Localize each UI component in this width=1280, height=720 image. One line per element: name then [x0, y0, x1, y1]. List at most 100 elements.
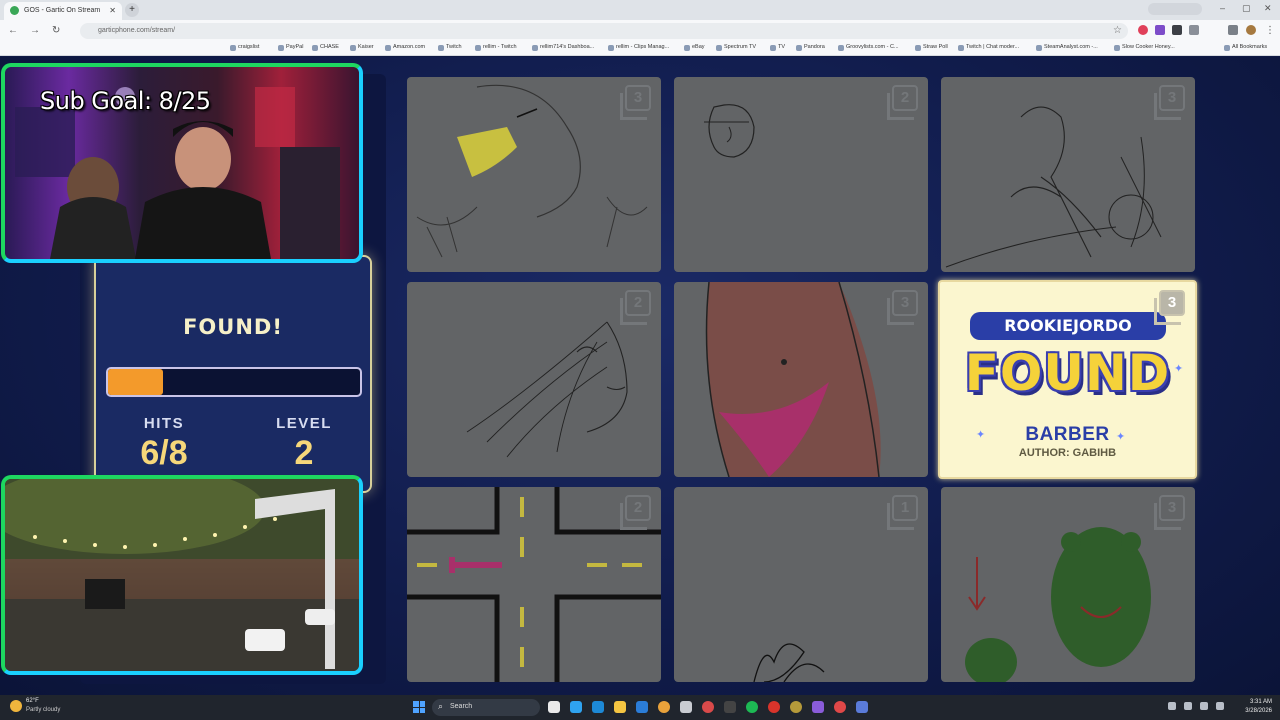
bookmark-item[interactable]: Twitch [438, 44, 462, 51]
bookmark-item[interactable]: Pandora [796, 44, 825, 51]
app-icon[interactable] [724, 701, 736, 713]
file-explorer-icon[interactable] [614, 701, 626, 713]
minimize-icon[interactable]: – [1220, 3, 1225, 13]
bookmark-star-icon[interactable]: ☆ [1113, 25, 1122, 36]
bookmark-item[interactable]: SteamAnalyst.com -... [1036, 44, 1098, 51]
close-tab-icon[interactable]: ✕ [109, 6, 116, 15]
hits-stat: HITS 6/8 [104, 415, 224, 473]
bookmark-item[interactable]: rellim714's Dashboa... [532, 44, 594, 51]
found-banner: FOUND [964, 344, 1171, 402]
extension-icon[interactable] [1172, 25, 1182, 35]
spotify-icon[interactable] [746, 701, 758, 713]
bookmark-item[interactable]: Straw Poll [915, 44, 948, 51]
volume-icon[interactable] [1200, 702, 1208, 710]
start-button[interactable] [413, 701, 425, 713]
bookmark-item[interactable]: Kaiser [350, 44, 374, 51]
drawing-card[interactable]: 2 [407, 282, 661, 477]
opera-icon[interactable] [768, 701, 780, 713]
bookmark-item[interactable]: TV [770, 44, 785, 51]
new-tab-button[interactable]: + [125, 3, 139, 17]
progress-fill [108, 369, 164, 395]
tab-title: GOS - Gartic On Stream [24, 7, 101, 14]
browser-tabstrip: GOS - Gartic On Stream ✕ + – ▢ ✕ [0, 0, 1280, 20]
drawing-card[interactable]: 3 [941, 487, 1195, 682]
weather-icon[interactable] [10, 700, 22, 712]
weather-temperature[interactable]: 62°F [26, 698, 39, 704]
task-view-icon[interactable] [548, 701, 560, 713]
round-status: FOUND! [183, 315, 283, 339]
download-icon[interactable] [1228, 25, 1238, 35]
bookmark-item[interactable]: Slow Cooker Honey... [1114, 44, 1175, 51]
card-number-badge: 3 [620, 85, 651, 120]
battery-icon[interactable] [1216, 702, 1224, 710]
reload-icon[interactable]: ↻ [52, 25, 60, 36]
search-placeholder: Search [450, 703, 473, 710]
forward-icon[interactable]: → [30, 25, 40, 36]
drawing-card[interactable]: 3 [674, 282, 928, 477]
app-icon[interactable] [834, 701, 846, 713]
app-icon[interactable] [812, 701, 824, 713]
bookmark-item[interactable]: PayPal [278, 44, 303, 51]
app-icon[interactable] [790, 701, 802, 713]
card-number-badge: 3 [1154, 85, 1185, 120]
close-window-icon[interactable]: ✕ [1264, 3, 1272, 14]
taskbar-search[interactable]: Search [432, 699, 540, 716]
bookmark-item[interactable]: Groovylists.com - C... [838, 44, 899, 51]
bookmark-item[interactable]: rellim - Twitch [475, 44, 517, 51]
hits-label: HITS [143, 415, 185, 432]
bookmark-item[interactable]: rellim - Clips Manag... [608, 44, 669, 51]
avatar[interactable] [1246, 25, 1256, 35]
player-name-pill: ROOKIEJORDO [970, 312, 1166, 340]
drawing-card[interactable]: 3 [407, 77, 661, 272]
clock-time: 3:31 AM [1249, 699, 1272, 705]
card-number-badge: 3 [1154, 495, 1185, 530]
card-number-badge: 3 [887, 290, 918, 325]
clock[interactable]: 3:31 AM 3/28/2026 [1245, 698, 1272, 716]
drawing-card[interactable]: 3 [941, 77, 1195, 272]
all-bookmarks[interactable]: All Bookmarks [1224, 44, 1267, 51]
card-number-badge: 1 [887, 495, 918, 530]
extension-icon[interactable] [1138, 25, 1148, 35]
app-icon[interactable] [856, 701, 868, 713]
bookmark-item[interactable]: Amazon.com [385, 44, 425, 51]
url-text: garticphone.com/stream/ [98, 27, 176, 34]
drawing-card[interactable]: 2 [674, 77, 928, 272]
sparkle-icon: ✦ [1116, 431, 1126, 443]
widgets-icon[interactable] [570, 701, 582, 713]
bookmark-item[interactable]: craigslist [230, 44, 259, 51]
drawing-grid: 3 2 3 2 3 ROOKIEJORDO FOUND BARBER AUTHO… [407, 77, 1197, 683]
maximize-icon[interactable]: ▢ [1242, 3, 1251, 14]
network-icon[interactable] [1184, 702, 1192, 710]
sparkle-icon: ✦ [1174, 363, 1184, 375]
extension-icon[interactable] [1155, 25, 1165, 35]
card-number-badge: 3 [1154, 290, 1185, 325]
card-number-badge: 2 [620, 290, 651, 325]
bookmark-item[interactable]: Twitch | Chat moder... [958, 44, 1019, 51]
windows-taskbar: 62°F Partly cloudy Search 3:31 AM 3/28/2… [0, 695, 1280, 720]
tray-chevron-icon[interactable] [1168, 702, 1176, 710]
browser-tab[interactable]: GOS - Gartic On Stream ✕ [4, 2, 122, 20]
address-bar[interactable]: garticphone.com/stream/ [80, 23, 1128, 39]
chrome-icon[interactable] [658, 701, 670, 713]
found-card[interactable]: ROOKIEJORDO FOUND BARBER AUTHOR: GABIHB … [938, 280, 1197, 479]
menu-kebab-icon[interactable]: ⋮ [1265, 25, 1275, 36]
weather-description[interactable]: Partly cloudy [26, 707, 60, 713]
back-icon[interactable]: ← [8, 25, 18, 36]
sparkle-icon: ✦ [976, 429, 986, 441]
backyard-camera [1, 475, 363, 675]
browser-toolbar: ← → ↻ garticphone.com/stream/ ☆ ⋮ [0, 20, 1280, 42]
edge-icon[interactable] [592, 701, 604, 713]
extensions-puzzle-icon[interactable] [1189, 25, 1199, 35]
app-icon[interactable] [702, 701, 714, 713]
author-credit: AUTHOR: GABIHB [1018, 447, 1117, 459]
card-number-badge: 2 [887, 85, 918, 120]
bookmark-item[interactable]: CHASE [312, 44, 339, 51]
bookmark-item[interactable]: eBay [684, 44, 705, 51]
bookmark-item[interactable]: Spectrum TV [716, 44, 756, 51]
drawing-card[interactable]: 2 [407, 487, 661, 682]
app-icon[interactable] [680, 701, 692, 713]
profile-chip[interactable] [1148, 3, 1202, 15]
store-icon[interactable] [636, 701, 648, 713]
camera-scene [5, 479, 359, 671]
drawing-card[interactable]: 1 [674, 487, 928, 682]
